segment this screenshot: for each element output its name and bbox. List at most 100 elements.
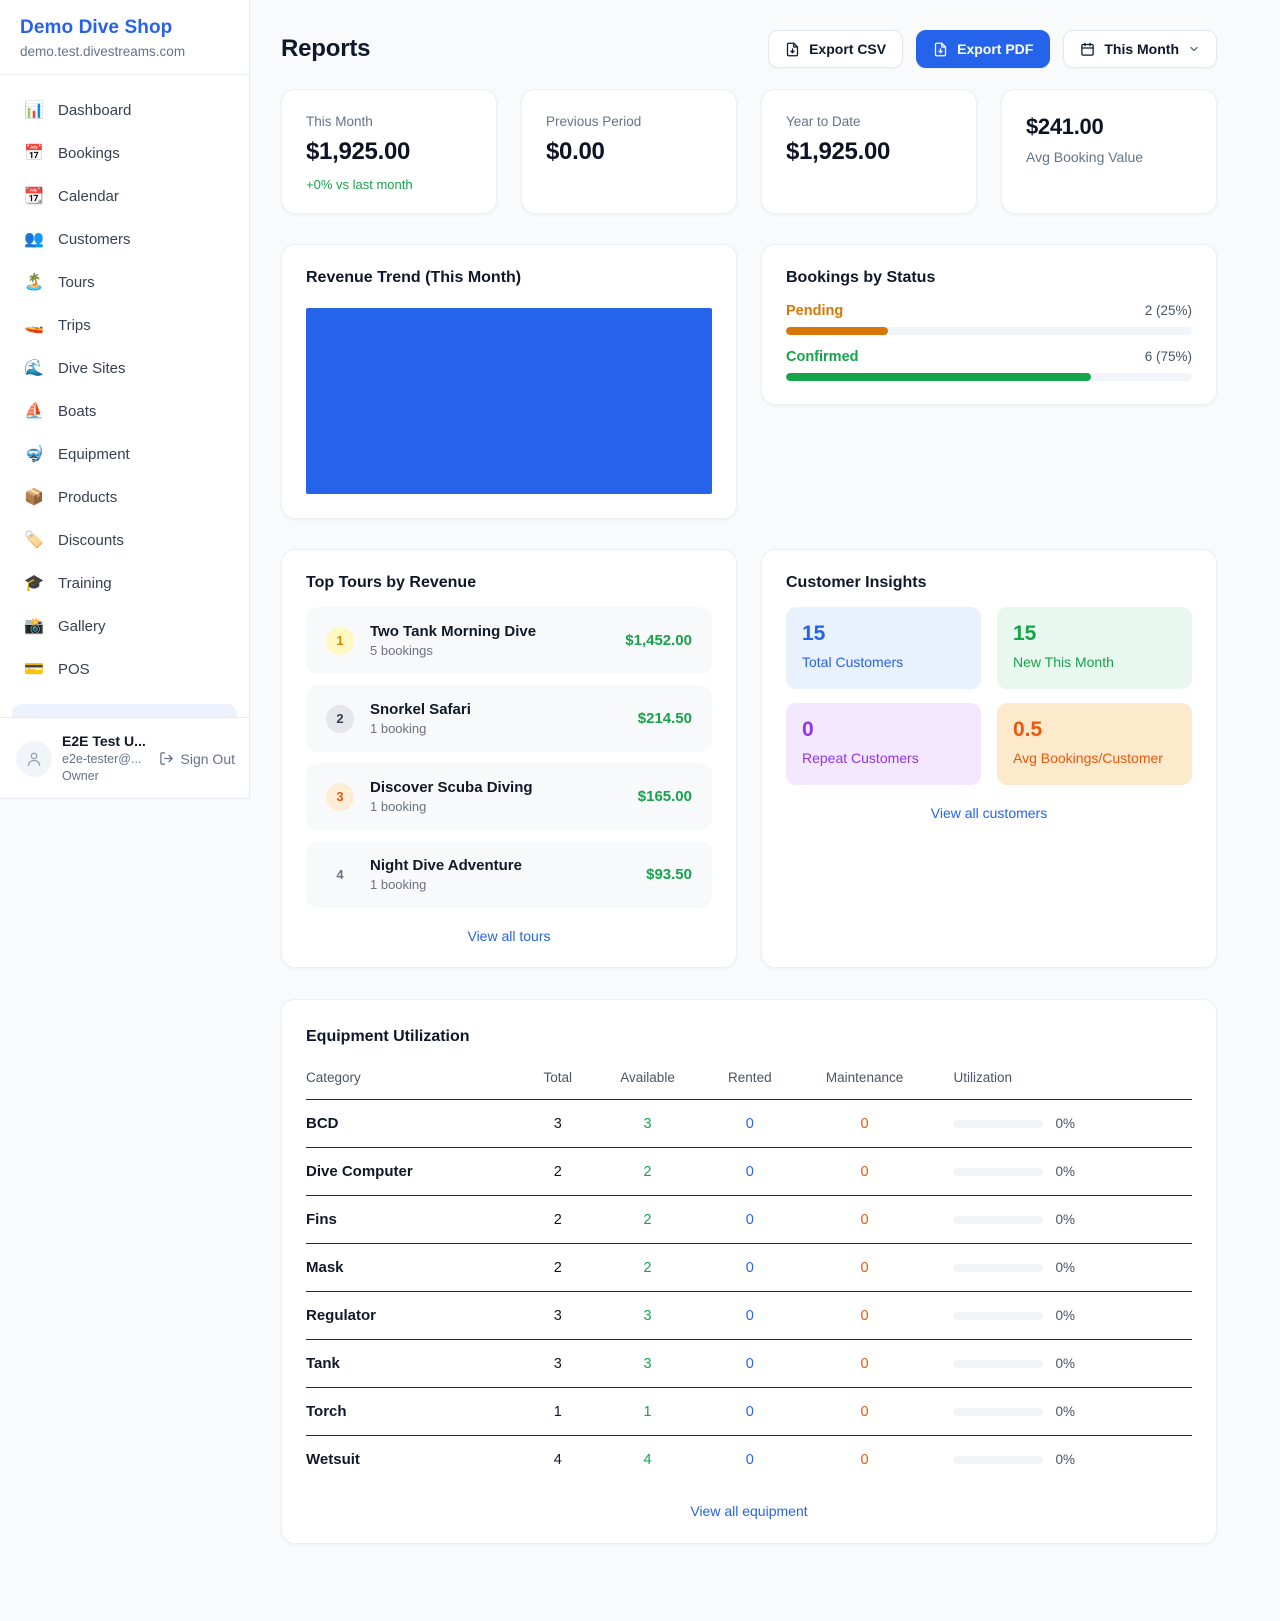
view-all-tours-link[interactable]: View all tours <box>306 928 712 944</box>
sidebar-item-pos[interactable]: 💳POS <box>12 648 237 691</box>
tour-bookings: 1 booking <box>370 721 471 736</box>
sidebar-item-dive-sites[interactable]: 🌊Dive Sites <box>12 347 237 390</box>
insight-label: New This Month <box>1013 654 1176 670</box>
pos-icon: 💳 <box>24 662 44 678</box>
column-header-available: Available <box>595 1062 700 1100</box>
equipment-utilization-title: Equipment Utilization <box>306 1028 1192 1046</box>
tour-revenue: $165.00 <box>638 788 692 805</box>
status-bar-fill <box>786 327 888 335</box>
equipment-row-wetsuit: Wetsuit44000% <box>306 1436 1192 1484</box>
utilization-percent: 0% <box>1055 1260 1075 1275</box>
utilization-percent: 0% <box>1055 1212 1075 1227</box>
column-header-category: Category <box>306 1062 520 1100</box>
stat-card-this-month: This Month$1,925.00+0% vs last month <box>281 89 497 214</box>
equipment-available: 1 <box>595 1388 700 1436</box>
equipment-category: BCD <box>306 1100 520 1148</box>
sidebar-item-trips[interactable]: 🚤 Trips <box>12 304 237 347</box>
equipment-row-fins: Fins22000% <box>306 1196 1192 1244</box>
insight-value: 15 <box>802 622 965 646</box>
sidebar-item-label: Gallery <box>58 618 106 635</box>
tour-bookings: 1 booking <box>370 877 522 892</box>
equipment-row-dive-computer: Dive Computer22000% <box>306 1148 1192 1196</box>
sidebar-item-calendar[interactable]: 📆Calendar <box>12 175 237 218</box>
equipment-available: 3 <box>595 1340 700 1388</box>
status-bar-track <box>786 327 1192 335</box>
sidebar-item-tours[interactable]: 🏝️Tours <box>12 261 237 304</box>
sidebar-item-label: Boats <box>58 403 96 420</box>
rank-badge: 2 <box>326 705 354 733</box>
sidebar-item-gallery[interactable]: 📸Gallery <box>12 605 237 648</box>
customers-icon: 👥 <box>24 232 44 248</box>
avatar <box>16 741 52 777</box>
equipment-category: Torch <box>306 1388 520 1436</box>
equipment-available: 3 <box>595 1100 700 1148</box>
shop-name: Demo Dive Shop <box>20 17 229 39</box>
tour-item-discover-scuba-diving: 3Discover Scuba Diving1 booking$165.00 <box>306 763 712 830</box>
sidebar-item-equipment[interactable]: 🤿 Equipment <box>12 433 237 476</box>
insight-tile-avg-bookings-customer: 0.5Avg Bookings/Customer <box>997 703 1192 785</box>
sidebar-item-selected-partial[interactable] <box>12 704 237 717</box>
equipment-maintenance: 0 <box>800 1292 930 1340</box>
utilization-percent: 0% <box>1055 1356 1075 1371</box>
insight-tile-new-this-month: 15New This Month <box>997 607 1192 689</box>
sidebar-header: Demo Dive Shop demo.test.divestreams.com <box>0 0 249 75</box>
equipment-maintenance: 0 <box>800 1196 930 1244</box>
export-csv-button[interactable]: Export CSV <box>768 30 903 68</box>
period-selector[interactable]: This Month <box>1063 30 1217 68</box>
tour-name: Two Tank Morning Dive <box>370 623 536 640</box>
equipment-category: Tank <box>306 1340 520 1388</box>
sidebar-item-boats[interactable]: ⛵Boats <box>12 390 237 433</box>
trips-icon: 🚤 <box>24 318 44 334</box>
equipment-available: 3 <box>595 1292 700 1340</box>
sidebar-item-label: Equipment <box>58 446 130 463</box>
equipment-icon: 🤿 <box>24 447 44 463</box>
utilization-bar <box>953 1312 1043 1320</box>
stat-value: $0.00 <box>546 138 712 166</box>
equipment-available: 2 <box>595 1244 700 1292</box>
sidebar-item-training[interactable]: 🎓 Training <box>12 562 237 605</box>
header-actions: Export CSV Export PDF This Month <box>768 30 1217 68</box>
insight-tile-total-customers: 15Total Customers <box>786 607 981 689</box>
status-rows: Pending2 (25%)Confirmed6 (75%) <box>786 303 1192 381</box>
view-all-customers-link[interactable]: View all customers <box>786 805 1192 821</box>
equipment-category: Wetsuit <box>306 1436 520 1484</box>
sidebar-item-customers[interactable]: 👥Customers <box>12 218 237 261</box>
export-pdf-button[interactable]: Export PDF <box>916 30 1050 68</box>
stat-value: $1,925.00 <box>306 138 472 166</box>
sidebar-item-label: Trips <box>58 317 91 334</box>
stat-label: Year to Date <box>786 114 952 129</box>
products-icon: 📦 <box>24 490 44 506</box>
sidebar-item-products[interactable]: 📦 Products <box>12 476 237 519</box>
status-value: 2 (25%) <box>1145 303 1192 318</box>
equipment-rented: 0 <box>700 1100 800 1148</box>
utilization-percent: 0% <box>1055 1164 1075 1179</box>
view-all-equipment-link[interactable]: View all equipment <box>306 1503 1192 1519</box>
insight-tile-repeat-customers: 0Repeat Customers <box>786 703 981 785</box>
sidebar-item-label: Training <box>58 575 112 592</box>
export-pdf-label: Export PDF <box>957 41 1033 57</box>
period-label: This Month <box>1104 41 1179 57</box>
training-icon: 🎓 <box>24 576 44 592</box>
tour-item-snorkel-safari: 2Snorkel Safari1 booking$214.50 <box>306 685 712 752</box>
equipment-category: Mask <box>306 1244 520 1292</box>
sidebar: Demo Dive Shop demo.test.divestreams.com… <box>0 0 250 799</box>
charts-row: Revenue Trend (This Month) Bookings by S… <box>281 244 1217 519</box>
chevron-down-icon <box>1188 43 1200 55</box>
equipment-row-mask: Mask22000% <box>306 1244 1192 1292</box>
equipment-total: 4 <box>520 1436 595 1484</box>
sidebar-item-label: Products <box>58 489 117 506</box>
equipment-maintenance: 0 <box>800 1244 930 1292</box>
user-role: Owner <box>62 768 149 785</box>
equipment-total: 3 <box>520 1340 595 1388</box>
column-header-maintenance: Maintenance <box>800 1062 930 1100</box>
main-content: Reports Export CSV Export PDF <box>281 0 1217 1621</box>
sign-out-button[interactable]: Sign Out <box>159 751 235 767</box>
sidebar-item-discounts[interactable]: 🏷️Discounts <box>12 519 237 562</box>
calendar-icon: 📆 <box>24 189 44 205</box>
sidebar-item-label: Dashboard <box>58 102 131 119</box>
sidebar-item-dashboard[interactable]: 📊Dashboard <box>12 89 237 132</box>
rank-badge: 4 <box>326 861 354 889</box>
equipment-row-torch: Torch11000% <box>306 1388 1192 1436</box>
page-header: Reports Export CSV Export PDF <box>281 30 1217 68</box>
sidebar-item-bookings[interactable]: 📅Bookings <box>12 132 237 175</box>
